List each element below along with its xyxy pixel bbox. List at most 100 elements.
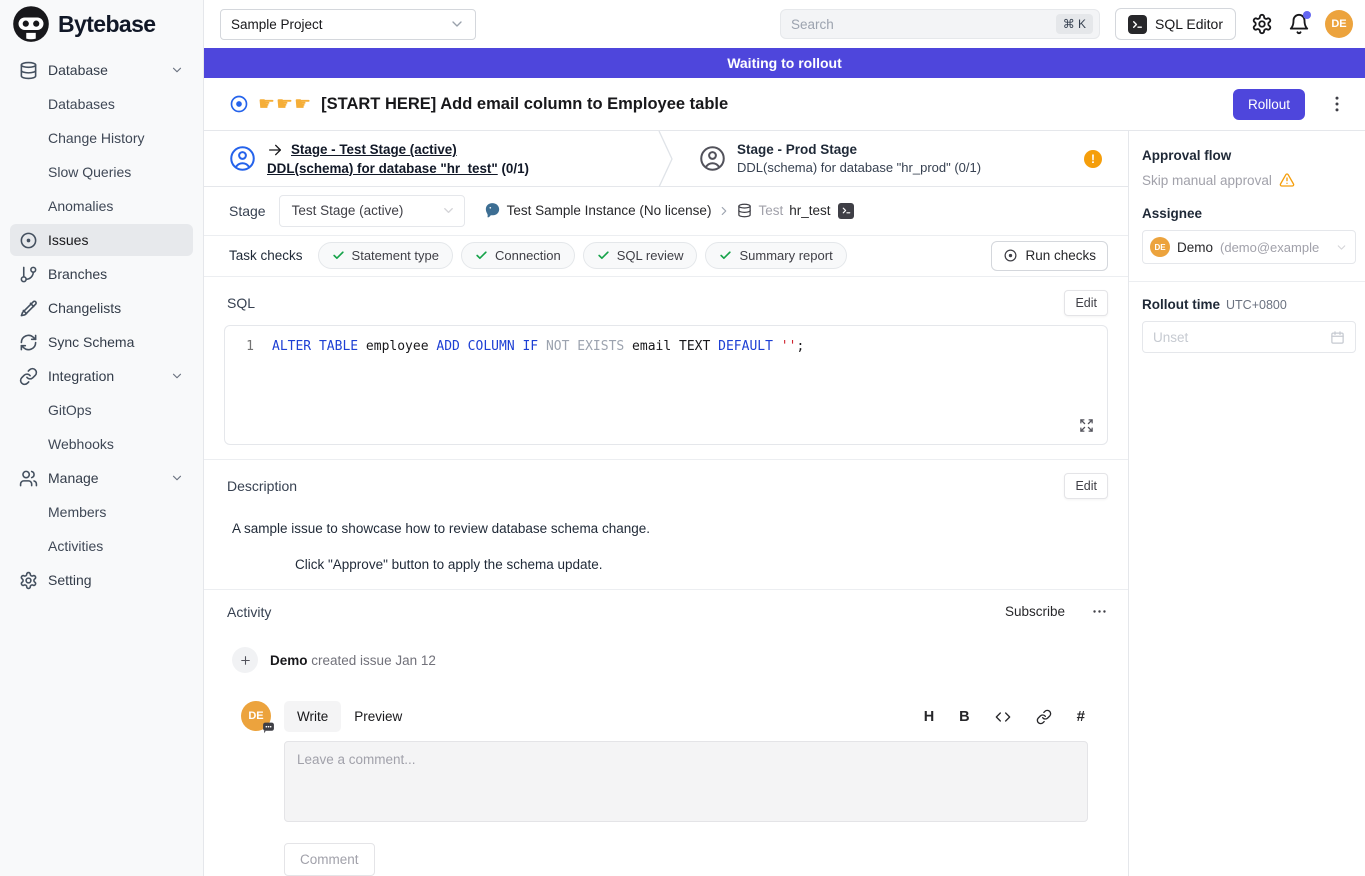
check-icon bbox=[332, 249, 345, 262]
sidebar-item-label: Issues bbox=[48, 232, 88, 248]
description-title: Description bbox=[227, 478, 297, 494]
sidebar-item-databases[interactable]: Databases bbox=[10, 88, 193, 120]
stage-prod-subtitle: DDL(schema) for database "hr_prod" (0/1) bbox=[737, 160, 981, 175]
rollout-button[interactable]: Rollout bbox=[1233, 89, 1305, 120]
sidebar-item-gitops[interactable]: GitOps bbox=[10, 394, 193, 426]
open-sql-editor-icon[interactable] bbox=[838, 203, 854, 219]
task-check-sql-review[interactable]: SQL review bbox=[583, 242, 698, 269]
stage-select[interactable]: Test Stage (active) bbox=[279, 195, 465, 227]
sidebar-item-changelists[interactable]: Changelists bbox=[10, 292, 193, 324]
stage-test-title[interactable]: Stage - Test Stage (active) bbox=[291, 142, 457, 157]
link-icon[interactable] bbox=[1036, 709, 1052, 725]
approval-flow-title: Approval flow bbox=[1142, 148, 1356, 163]
pointing-right-emoji: ☛☛☛ bbox=[258, 95, 312, 114]
stage-card-test[interactable]: Stage - Test Stage (active) DDL(schema) … bbox=[204, 131, 658, 186]
assignee-select[interactable]: DE Demo (demo@example bbox=[1142, 230, 1356, 264]
sidebar: Bytebase DatabaseDatabasesChange History… bbox=[0, 0, 204, 876]
approval-status: Skip manual approval bbox=[1142, 172, 1356, 188]
sidebar-item-label: Activities bbox=[48, 538, 103, 554]
comment-submit-button[interactable]: Comment bbox=[284, 843, 375, 876]
stage-card-prod[interactable]: Stage - Prod Stage DDL(schema) for datab… bbox=[674, 131, 1128, 186]
attention-badge: ! bbox=[1084, 150, 1102, 168]
task-check-summary-report[interactable]: Summary report bbox=[705, 242, 846, 269]
notifications-bell-icon[interactable] bbox=[1288, 13, 1310, 35]
sql-token: NOT EXISTS bbox=[546, 339, 624, 354]
search-shortcut-badge: ⌘ K bbox=[1056, 14, 1093, 34]
sql-token: ALTER TABLE bbox=[272, 339, 358, 354]
search-box[interactable]: ⌘ K bbox=[780, 9, 1100, 39]
sidebar-item-manage[interactable]: Manage bbox=[10, 462, 193, 494]
task-check-connection[interactable]: Connection bbox=[461, 242, 575, 269]
notification-dot bbox=[1303, 11, 1311, 19]
plus-icon bbox=[232, 647, 258, 673]
settings-gear-icon[interactable] bbox=[1251, 13, 1273, 35]
sql-token: '' bbox=[781, 339, 797, 354]
subscribe-button[interactable]: Subscribe bbox=[1005, 604, 1065, 619]
description-edit-button[interactable]: Edit bbox=[1064, 473, 1108, 499]
more-actions-icon[interactable] bbox=[1327, 94, 1347, 114]
sidebar-item-sync-schema[interactable]: Sync Schema bbox=[10, 326, 193, 358]
stage-select-value: Test Stage (active) bbox=[292, 203, 404, 218]
tab-write[interactable]: Write bbox=[284, 701, 341, 732]
issue-open-status-icon bbox=[229, 94, 249, 114]
activity-section: Activity Subscribe Demo created issue Ja… bbox=[204, 589, 1128, 876]
sidebar-item-anomalies[interactable]: Anomalies bbox=[10, 190, 193, 222]
content-row: Stage - Test Stage (active) DDL(schema) … bbox=[204, 131, 1365, 876]
sql-token: ADD COLUMN IF bbox=[436, 339, 538, 354]
stage-test-subtitle[interactable]: DDL(schema) for database "hr_test" (0/1) bbox=[267, 161, 529, 176]
current-stage-arrow-icon bbox=[267, 142, 283, 158]
sidebar-item-activities[interactable]: Activities bbox=[10, 530, 193, 562]
sql-section: SQL Edit 1 ALTER TABLE employee ADD COLU… bbox=[204, 277, 1128, 459]
link-icon bbox=[19, 367, 38, 386]
sidebar-item-webhooks[interactable]: Webhooks bbox=[10, 428, 193, 460]
tab-preview[interactable]: Preview bbox=[341, 701, 415, 732]
sidebar-item-label: Webhooks bbox=[48, 436, 114, 452]
terminal-icon bbox=[1128, 15, 1147, 34]
bold-icon[interactable]: B bbox=[959, 709, 969, 725]
brand-logo[interactable]: Bytebase bbox=[0, 0, 203, 48]
comment-input[interactable] bbox=[284, 741, 1088, 822]
sidebar-nav: DatabaseDatabasesChange HistorySlow Quer… bbox=[0, 48, 203, 602]
comment-composer: DE Write Preview H B # bbox=[224, 701, 1108, 876]
bytebase-logo-icon bbox=[12, 5, 50, 43]
sidebar-item-setting[interactable]: Setting bbox=[10, 564, 193, 596]
sql-edit-button[interactable]: Edit bbox=[1064, 290, 1108, 316]
code-icon[interactable] bbox=[995, 709, 1011, 725]
activity-more-icon[interactable] bbox=[1091, 603, 1108, 620]
sql-editor[interactable]: 1 ALTER TABLE employee ADD COLUMN IF NOT… bbox=[224, 325, 1108, 445]
search-input[interactable] bbox=[791, 17, 1048, 32]
stage-separator bbox=[658, 131, 674, 187]
sidebar-item-label: Members bbox=[48, 504, 106, 520]
sidebar-item-members[interactable]: Members bbox=[10, 496, 193, 528]
user-avatar[interactable]: DE bbox=[1325, 10, 1353, 38]
gear-icon bbox=[19, 571, 38, 590]
sidebar-item-issues[interactable]: Issues bbox=[10, 224, 193, 256]
run-checks-button[interactable]: Run checks bbox=[991, 241, 1108, 271]
issue-title: [START HERE] Add email column to Employe… bbox=[321, 95, 728, 114]
sql-section-title: SQL bbox=[227, 295, 255, 311]
project-select[interactable]: Sample Project bbox=[220, 9, 476, 40]
rollout-time-picker[interactable]: Unset bbox=[1142, 321, 1356, 353]
task-check-label: Summary report bbox=[739, 248, 832, 263]
sidebar-item-integration[interactable]: Integration bbox=[10, 360, 193, 392]
sidebar-item-database[interactable]: Database bbox=[10, 54, 193, 86]
sql-editor-button[interactable]: SQL Editor bbox=[1115, 8, 1236, 40]
stage-pipeline: Stage - Test Stage (active) DDL(schema) … bbox=[204, 131, 1128, 187]
chevron-right-icon bbox=[717, 204, 731, 218]
sql-token: ; bbox=[796, 339, 804, 354]
instance-link[interactable]: Test Sample Instance (No license) bbox=[507, 203, 712, 218]
sidebar-item-label: Integration bbox=[48, 368, 114, 384]
panel-divider bbox=[1129, 281, 1365, 282]
line-number: 1 bbox=[225, 337, 272, 356]
heading-icon[interactable]: H bbox=[924, 709, 934, 725]
sidebar-item-branches[interactable]: Branches bbox=[10, 258, 193, 290]
status-banner: Waiting to rollout bbox=[204, 48, 1365, 78]
assignee-name: Demo bbox=[1177, 240, 1213, 255]
activity-title: Activity bbox=[227, 604, 271, 620]
sidebar-item-slow-queries[interactable]: Slow Queries bbox=[10, 156, 193, 188]
hash-icon[interactable]: # bbox=[1077, 708, 1085, 725]
database-link[interactable]: hr_test bbox=[789, 203, 830, 218]
task-check-statement-type[interactable]: Statement type bbox=[318, 242, 453, 269]
sidebar-item-change-history[interactable]: Change History bbox=[10, 122, 193, 154]
fullscreen-expand-icon[interactable] bbox=[1079, 418, 1094, 433]
